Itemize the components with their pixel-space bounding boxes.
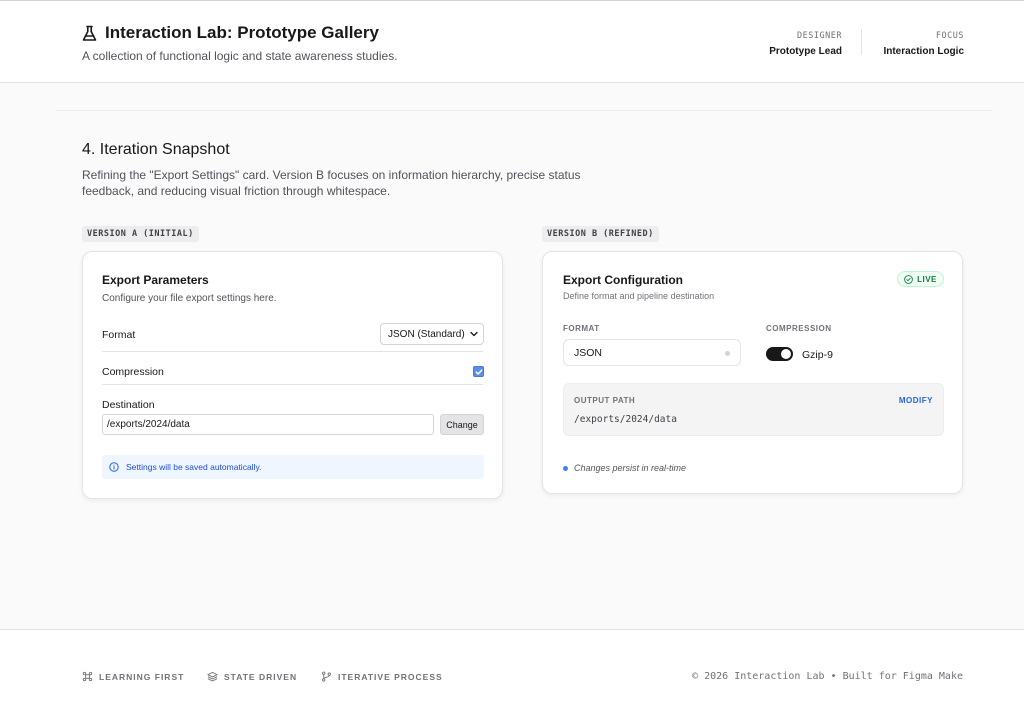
designer-meta: DESIGNER Prototype Lead bbox=[769, 31, 842, 57]
page-subtitle: A collection of functional logic and sta… bbox=[82, 49, 398, 63]
compression-checkbox[interactable] bbox=[473, 366, 484, 377]
format-input-value: JSON bbox=[574, 347, 603, 359]
persist-status-text: Changes persist in real-time bbox=[574, 463, 687, 473]
meta-divider bbox=[861, 29, 862, 55]
format-label: Format bbox=[102, 329, 136, 341]
modify-button[interactable]: MODIFY bbox=[899, 396, 933, 405]
export-configuration-card: Export Configuration Define format and p… bbox=[542, 251, 963, 494]
designer-value: Prototype Lead bbox=[769, 46, 842, 57]
page-title: Interaction Lab: Prototype Gallery bbox=[82, 23, 379, 43]
live-label: LIVE bbox=[917, 274, 937, 284]
layers-icon bbox=[207, 671, 218, 682]
section-title: 4. Iteration Snapshot bbox=[82, 141, 230, 158]
persist-status: Changes persist in real-time bbox=[563, 463, 686, 473]
compression-label: Compression bbox=[102, 366, 164, 378]
command-icon bbox=[82, 671, 93, 682]
compression-toggle[interactable] bbox=[766, 347, 793, 361]
format-select[interactable]: JSON (Standard) bbox=[380, 323, 484, 345]
flask-icon bbox=[82, 25, 97, 41]
focus-meta: FOCUS Interaction Logic bbox=[883, 31, 964, 57]
card-b-subtitle: Define format and pipeline destination bbox=[563, 291, 715, 301]
output-path-panel: OUTPUT PATH MODIFY /exports/2024/data bbox=[563, 383, 944, 436]
footer-item-state-driven: STATE DRIVEN bbox=[207, 671, 297, 682]
info-icon bbox=[109, 462, 119, 472]
footer-item-learning-first: LEARNING FIRST bbox=[82, 671, 184, 682]
page-header: Interaction Lab: Prototype Gallery A col… bbox=[0, 0, 1024, 83]
section-description: Refining the "Export Settings" card. Ver… bbox=[82, 168, 581, 198]
output-path-label: OUTPUT PATH bbox=[574, 396, 636, 405]
autosave-notice-text: Settings will be saved automatically. bbox=[126, 462, 262, 472]
chevron-down-icon bbox=[470, 331, 478, 337]
change-button[interactable]: Change bbox=[440, 414, 484, 435]
compression-label: COMPRESSION bbox=[766, 324, 832, 333]
footer-item-label: ITERATIVE PROCESS bbox=[338, 671, 443, 682]
autosave-notice: Settings will be saved automatically. bbox=[102, 455, 484, 479]
format-select-value: JSON (Standard) bbox=[388, 329, 465, 340]
card-a-subtitle: Configure your file export settings here… bbox=[102, 293, 277, 304]
page-footer: LEARNING FIRST STATE DRIVEN ITERATIVE PR… bbox=[0, 629, 1024, 721]
check-circle-icon bbox=[904, 274, 913, 284]
focus-label: FOCUS bbox=[935, 31, 964, 41]
row-divider bbox=[102, 384, 483, 385]
compression-value: Gzip-9 bbox=[802, 349, 833, 361]
focus-value: Interaction Logic bbox=[883, 46, 964, 57]
status-dot bbox=[563, 465, 568, 471]
destination-label: Destination bbox=[102, 399, 155, 411]
toggle-knob bbox=[781, 349, 791, 359]
footer-item-label: LEARNING FIRST bbox=[99, 671, 185, 682]
footer-item-iterative-process: ITERATIVE PROCESS bbox=[321, 671, 443, 682]
version-a-tag: VERSION A (INITIAL) bbox=[82, 226, 199, 242]
footer-copyright: © 2026 Interaction Lab • Built for Figma… bbox=[692, 671, 963, 682]
check-icon bbox=[475, 369, 483, 375]
page-title-text: Interaction Lab: Prototype Gallery bbox=[105, 23, 379, 42]
git-branch-icon bbox=[322, 671, 331, 682]
export-parameters-card: Export Parameters Configure your file ex… bbox=[82, 251, 503, 499]
format-label: FORMAT bbox=[563, 324, 600, 333]
destination-input[interactable]: /exports/2024/data bbox=[102, 414, 434, 435]
version-b-tag: VERSION B (REFINED) bbox=[542, 226, 659, 242]
row-divider bbox=[102, 351, 483, 352]
live-status-badge: LIVE bbox=[897, 271, 944, 287]
designer-label: DESIGNER bbox=[797, 31, 842, 41]
card-b-title: Export Configuration bbox=[563, 273, 683, 287]
format-input[interactable]: JSON bbox=[563, 339, 741, 366]
footer-item-label: STATE DRIVEN bbox=[224, 671, 298, 682]
section-divider bbox=[56, 110, 992, 111]
output-path-value: /exports/2024/data bbox=[574, 414, 677, 425]
format-status-dot bbox=[725, 351, 730, 356]
card-a-title: Export Parameters bbox=[102, 273, 209, 287]
